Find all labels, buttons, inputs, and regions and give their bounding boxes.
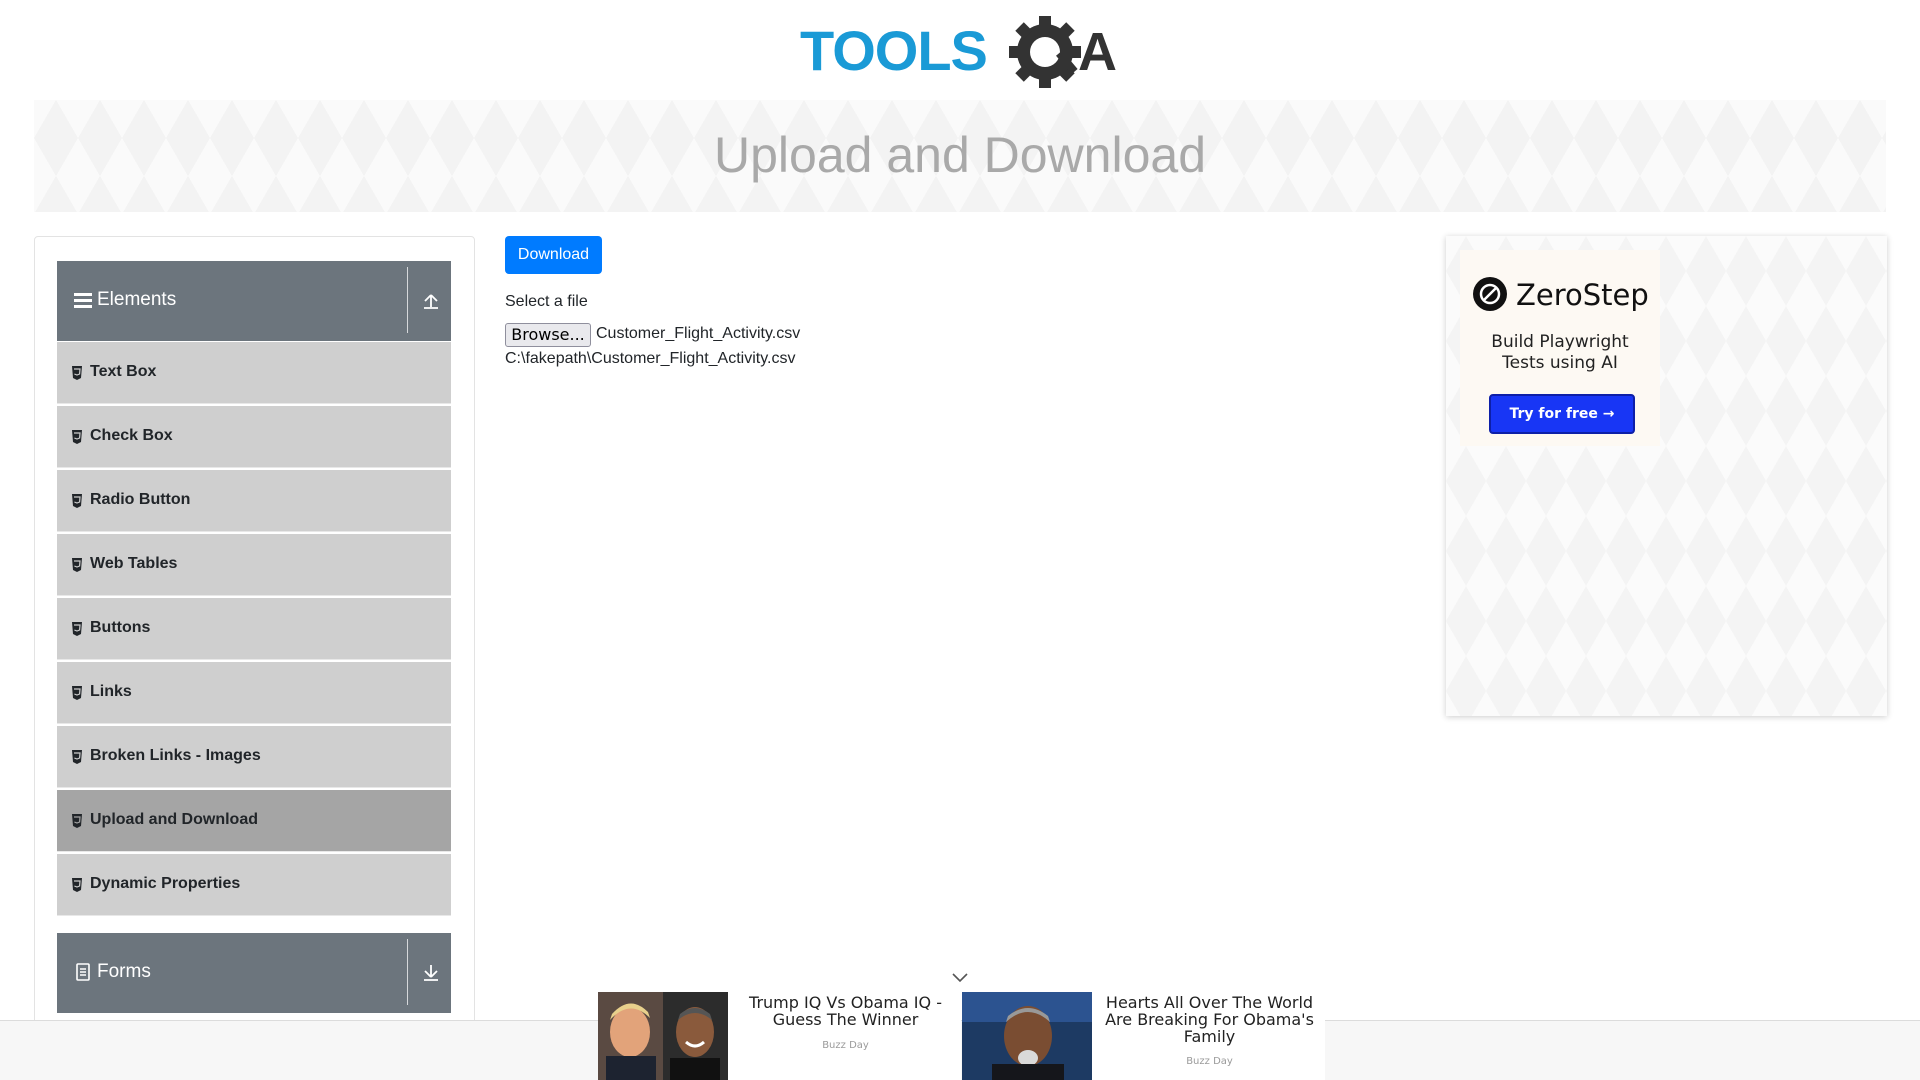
- hamburger-icon: [74, 293, 92, 308]
- divider: [407, 267, 408, 333]
- html5-icon: [72, 558, 82, 572]
- sidebar-item-label: Buttons: [90, 619, 151, 636]
- sidebar-item-buttons[interactable]: Buttons: [57, 598, 451, 660]
- promo-card[interactable]: Trump IQ Vs Obama IQ - Guess The Winner …: [598, 992, 961, 1080]
- browse-button[interactable]: Browse...: [505, 323, 591, 347]
- logo-text-tools: TOOLS: [800, 19, 987, 82]
- html5-icon: [72, 750, 82, 764]
- promo-title[interactable]: Hearts All Over The World Are Breaking F…: [1098, 994, 1321, 1045]
- sidebar-item-radio-button[interactable]: Radio Button: [57, 470, 451, 532]
- html5-icon: [72, 814, 82, 828]
- sidebar-item-label: Upload and Download: [90, 811, 258, 828]
- ad-panel[interactable]: ZeroStep Build Playwright Tests using AI…: [1446, 236, 1887, 716]
- promo-title[interactable]: Trump IQ Vs Obama IQ - Guess The Winner: [734, 994, 957, 1028]
- sidebar-item-label: Text Box: [90, 363, 157, 380]
- download-button[interactable]: Download: [505, 236, 602, 274]
- ad-text-line1: Build Playwright: [1491, 332, 1629, 352]
- zerostep-logo-icon: [1473, 277, 1507, 311]
- html5-icon: [72, 430, 82, 444]
- promo-image[interactable]: [962, 992, 1092, 1080]
- sidebar-item-upload-download[interactable]: Upload and Download: [57, 790, 451, 852]
- promo-image[interactable]: [598, 992, 728, 1080]
- sidebar-item-check-box[interactable]: Check Box: [57, 406, 451, 468]
- sidebar-item-label: Links: [90, 683, 132, 700]
- sidebar: Elements Text Box Check Box Radio Button…: [34, 236, 475, 1066]
- sidebar-item-label: Dynamic Properties: [90, 875, 241, 892]
- html5-icon: [72, 366, 82, 380]
- uploaded-file-path: C:\fakepath\Customer_Flight_Activity.csv: [505, 350, 796, 367]
- group-header-forms[interactable]: Forms: [57, 933, 451, 1013]
- sidebar-item-broken-links[interactable]: Broken Links - Images: [57, 726, 451, 788]
- divider: [407, 939, 408, 1005]
- collapse-up-icon[interactable]: [421, 291, 441, 311]
- html5-icon: [72, 878, 82, 892]
- chevron-down-icon[interactable]: [951, 971, 969, 985]
- group-label-elements: Elements: [97, 289, 177, 310]
- sidebar-item-label: Web Tables: [90, 555, 178, 572]
- html5-icon: [72, 494, 82, 508]
- form-icon: [76, 963, 90, 981]
- sidebar-item-links[interactable]: Links: [57, 662, 451, 724]
- selected-file-name: Customer_Flight_Activity.csv: [596, 325, 801, 342]
- group-label-forms: Forms: [97, 961, 151, 982]
- ad-card[interactable]: ZeroStep Build Playwright Tests using AI…: [1460, 250, 1660, 446]
- sidebar-item-label: Broken Links - Images: [90, 747, 261, 764]
- group-header-elements[interactable]: Elements: [57, 261, 451, 341]
- promo-source: Buzz Day: [1186, 1056, 1233, 1067]
- try-free-button[interactable]: Try for free →: [1489, 394, 1635, 434]
- sidebar-item-dynamic-properties[interactable]: Dynamic Properties: [57, 854, 451, 916]
- html5-icon: [72, 622, 82, 636]
- sidebar-item-label: Check Box: [90, 427, 173, 444]
- page-title: Upload and Download: [713, 127, 1207, 183]
- promo-card[interactable]: Hearts All Over The World Are Breaking F…: [962, 992, 1325, 1080]
- select-file-label: Select a file: [505, 293, 588, 310]
- ad-brand: ZeroStep: [1516, 278, 1649, 312]
- html5-icon: [72, 686, 82, 700]
- ad-text-line2: Tests using AI: [1502, 353, 1618, 373]
- ad-text: Build Playwright Tests using AI: [1460, 332, 1660, 374]
- site-header: TOOLS A: [0, 0, 1920, 100]
- sidebar-item-web-tables[interactable]: Web Tables: [57, 534, 451, 596]
- expand-down-icon[interactable]: [421, 963, 441, 983]
- gear-icon: [1009, 16, 1081, 88]
- sidebar-item-label: Radio Button: [90, 491, 191, 508]
- toolsqa-logo[interactable]: TOOLS A: [800, 12, 1125, 92]
- svg-text:A: A: [1078, 22, 1117, 82]
- promo-source: Buzz Day: [822, 1040, 869, 1051]
- page-banner: Upload and Download: [34, 100, 1886, 212]
- sidebar-item-text-box[interactable]: Text Box: [57, 342, 451, 404]
